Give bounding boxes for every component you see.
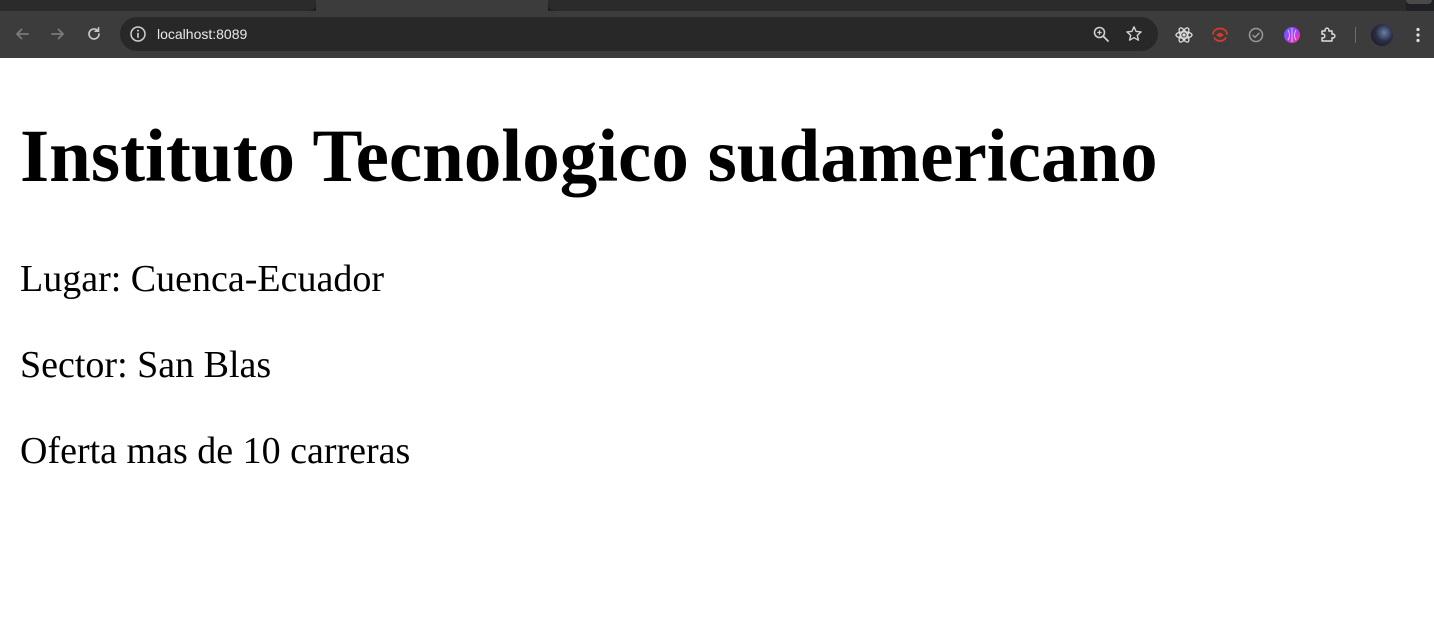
tab-inactive-left[interactable] (0, 0, 316, 11)
page-content: Instituto Tecnologico sudamericano Lugar… (0, 58, 1434, 629)
offer-text: Oferta mas de 10 carreras (20, 430, 411, 472)
circle-extension-icon[interactable] (1246, 25, 1266, 45)
kebab-menu-icon[interactable] (1408, 25, 1428, 45)
profile-avatar[interactable] (1371, 24, 1393, 46)
tab-inactive-right[interactable] (548, 0, 1406, 11)
reload-icon[interactable] (82, 22, 106, 46)
zoom-icon[interactable] (1092, 25, 1110, 43)
url-text[interactable]: localhost:8089 (157, 17, 247, 51)
browser-chrome: localhost:8089 (0, 0, 1434, 58)
page-title: Instituto Tecnologico sudamericano (20, 115, 1158, 198)
tab-strip (0, 0, 1434, 11)
location-text: Lugar: Cuenca-Ecuador (20, 258, 384, 300)
forward-arrow-icon[interactable] (46, 22, 70, 46)
react-devtools-icon[interactable] (1174, 25, 1194, 45)
star-icon[interactable] (1125, 25, 1143, 43)
back-arrow-icon[interactable] (10, 22, 34, 46)
sector-text: Sector: San Blas (20, 344, 272, 386)
puzzle-icon[interactable] (1318, 25, 1338, 45)
color-extension-icon[interactable] (1282, 25, 1302, 45)
address-bar[interactable]: localhost:8089 (120, 17, 1158, 51)
info-icon[interactable] (129, 25, 147, 43)
tab-search-button[interactable] (1406, 0, 1432, 4)
red-extension-icon[interactable] (1210, 25, 1230, 45)
browser-toolbar: localhost:8089 (0, 11, 1434, 58)
tab-active[interactable] (316, 0, 548, 11)
toolbar-separator (1355, 27, 1356, 43)
